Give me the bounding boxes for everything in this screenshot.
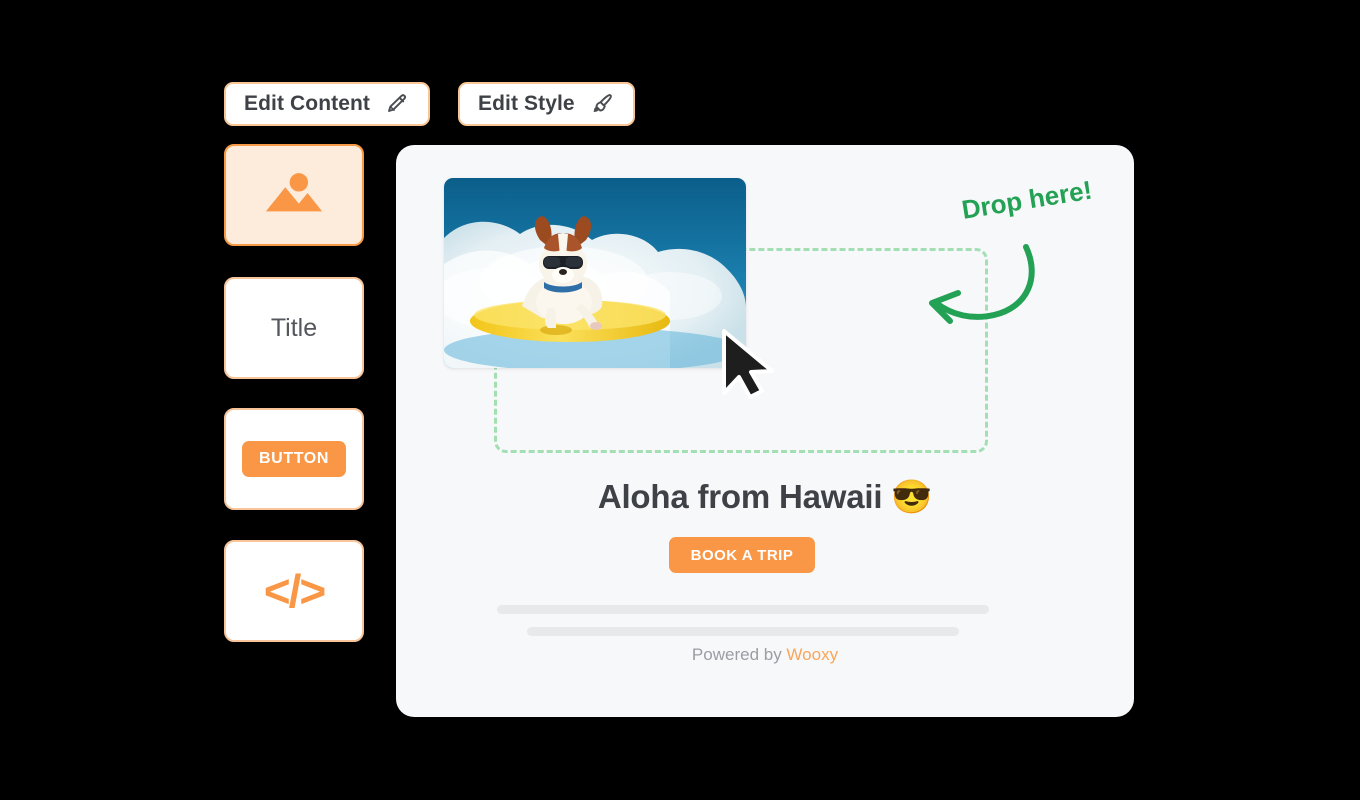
edit-style-button[interactable]: Edit Style (458, 82, 635, 126)
preview-headline: Aloha from Hawaii 😎 (597, 478, 933, 515)
palette-title-label: Title (270, 313, 318, 342)
drop-here-hint: Drop here! (959, 174, 1095, 225)
screenshot-root: Edit Content Edit Style Title BUTTON </>… (0, 0, 1360, 800)
edit-style-label: Edit Style (478, 92, 575, 115)
pencil-icon (384, 91, 410, 117)
brand-link[interactable]: Wooxy (786, 645, 838, 664)
palette-item-title[interactable]: Title (224, 277, 364, 379)
palette-button-label: BUTTON (242, 441, 346, 477)
palette-item-button[interactable]: BUTTON (224, 408, 364, 510)
palette-item-image[interactable] (224, 144, 364, 246)
book-a-trip-button[interactable]: BOOK A TRIP (669, 537, 815, 573)
image-icon (263, 170, 325, 221)
paintbrush-icon (589, 91, 615, 117)
edit-content-button[interactable]: Edit Content (224, 82, 431, 126)
placeholder-text-line (527, 627, 959, 636)
powered-by-footer: Powered by Wooxy (396, 645, 1134, 665)
dragged-image-block[interactable] (444, 178, 746, 368)
code-icon: </> (263, 565, 326, 617)
email-preview-card: Drop here! Aloha from Hawaii 😎 BOOK A TR… (396, 145, 1134, 717)
edit-content-label: Edit Content (244, 92, 371, 115)
powered-by-prefix: Powered by (691, 645, 787, 664)
palette-item-html[interactable]: </> (224, 540, 364, 642)
placeholder-text-line (497, 605, 989, 614)
